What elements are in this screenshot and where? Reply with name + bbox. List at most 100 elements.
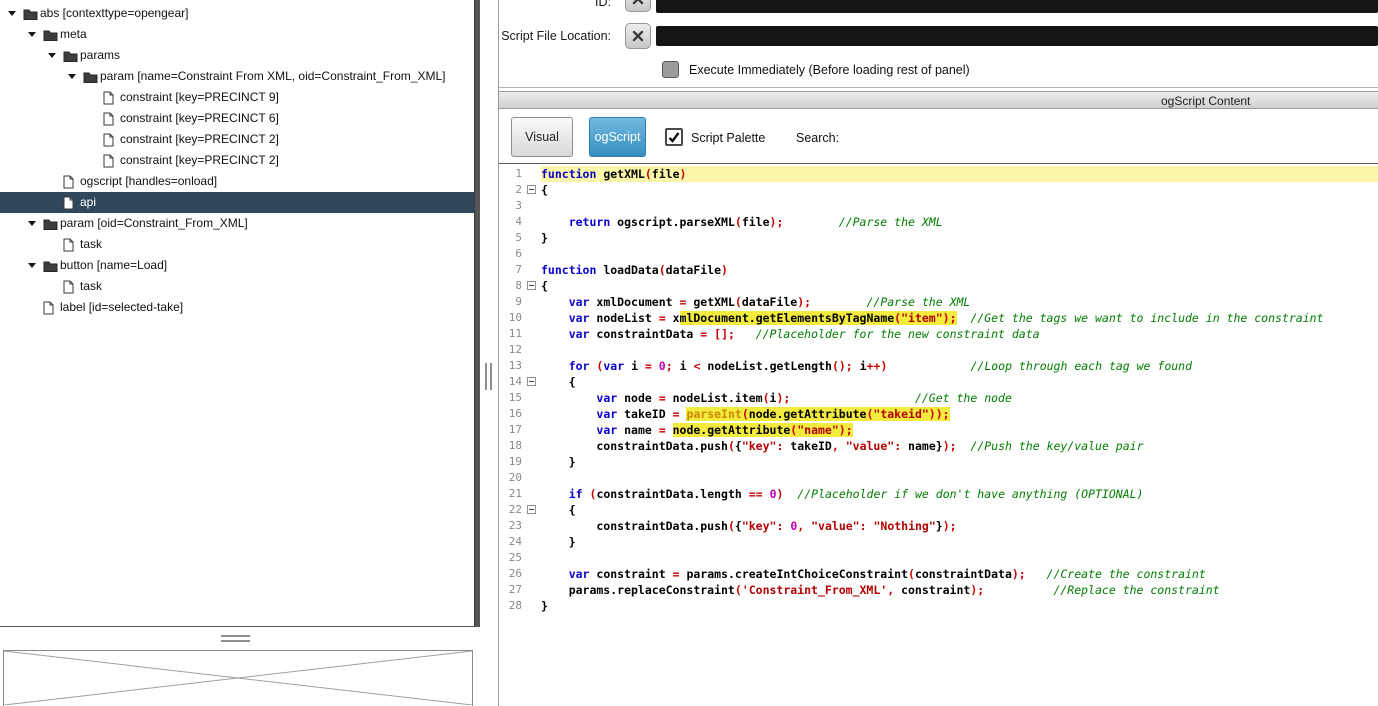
tree-item[interactable]: constraint [key=PRECINCT 9] [0, 87, 474, 108]
tree-item[interactable]: meta [0, 24, 474, 45]
fold-column [525, 182, 541, 198]
code-line: 21 if (constraintData.length == 0) //Pla… [499, 486, 1378, 502]
code-token: nodeList.item [665, 391, 763, 405]
code-token: i [852, 359, 867, 373]
fold-column [525, 166, 541, 182]
horizontal-splitter[interactable] [0, 628, 481, 649]
line-number: 22 [508, 503, 522, 516]
script-file-location-input[interactable] [656, 26, 1378, 46]
code-line: 12 [499, 342, 1378, 358]
code-editor[interactable]: 1 function getXML(file) 2{3 4 return ogscri… [499, 163, 1378, 706]
expand-arrow-icon[interactable] [8, 11, 16, 16]
code-line: 22 { [499, 502, 1378, 518]
code-token: = [672, 567, 680, 581]
tree-item[interactable]: label [id=selected-take] [0, 297, 474, 318]
tree-item[interactable]: task [0, 276, 474, 297]
code-token: ( [908, 567, 915, 581]
code-token: ( [727, 439, 735, 453]
tree: abs [contexttype=opengear] meta params para… [0, 3, 474, 318]
code-token: //Push the key/value pair [970, 439, 1144, 453]
expand-arrow-icon[interactable] [28, 221, 36, 226]
code-line: 19 } [499, 454, 1378, 470]
tree-item[interactable]: constraint [key=PRECINCT 2] [0, 150, 474, 171]
code-token: (); [831, 359, 853, 373]
fold-marker-icon[interactable] [527, 185, 536, 194]
splitter-grip-icon [221, 635, 250, 642]
code-line: 1 function getXML(file) [499, 166, 1378, 182]
expand-arrow-icon[interactable] [48, 53, 56, 58]
tree-item[interactable]: task [0, 234, 474, 255]
tree-item[interactable]: api [0, 192, 474, 213]
fold-column [525, 422, 541, 438]
code-token: = [644, 359, 652, 373]
code-token: takeID [783, 439, 832, 453]
tree-item[interactable]: param [name=Constraint From XML, oid=Con… [0, 66, 474, 87]
execute-immediately-checkbox[interactable] [662, 61, 679, 78]
script-palette-checkbox[interactable] [665, 128, 683, 146]
vertical-splitter[interactable] [480, 0, 498, 706]
line-number: 12 [508, 343, 522, 356]
separator [499, 87, 1378, 88]
code-token: var [568, 567, 590, 581]
code-line: 8{ [499, 278, 1378, 294]
tree-item[interactable]: button [name=Load] [0, 255, 474, 276]
tab-ogscript[interactable]: ogScript [589, 117, 646, 157]
fold-column [525, 230, 541, 246]
code-token: i [672, 359, 694, 373]
code-token: mlDocument.getElementsByTagName [679, 311, 895, 325]
fold-column [525, 326, 541, 342]
document-icon [103, 133, 118, 147]
code-token: ogscript.parseXML [610, 215, 735, 229]
id-input[interactable] [656, 0, 1378, 13]
code-token: //Loop through each tag we found [970, 359, 1193, 373]
code-token: ); [942, 439, 957, 453]
code-token: constraint [589, 567, 673, 581]
expand-arrow-icon[interactable] [28, 263, 36, 268]
panel-editor-window: abs [contexttype=opengear] meta params para… [0, 0, 1378, 706]
clear-id-button[interactable] [625, 0, 651, 12]
tree-item[interactable]: constraint [key=PRECINCT 6] [0, 108, 474, 129]
tree-item-label: api [80, 195, 97, 209]
code-line-text: return ogscript.parseXML(file); //Parse … [541, 214, 1378, 230]
code-token: ); [769, 215, 784, 229]
tree-item-label: ogscript [handles=onload] [80, 174, 218, 188]
fold-column [525, 406, 541, 422]
search-label: Search: [796, 131, 840, 145]
code-token: i [624, 359, 645, 373]
tree-item[interactable]: constraint [key=PRECINCT 2] [0, 129, 474, 150]
folder-icon [43, 259, 58, 273]
code-token: name [901, 439, 936, 453]
tree-item[interactable]: ogscript [handles=onload] [0, 171, 474, 192]
tree-item[interactable]: param [oid=Constraint_From_XML] [0, 213, 474, 234]
tree-item-label: param [name=Constraint From XML, oid=Con… [100, 69, 446, 83]
fold-marker-icon[interactable] [527, 505, 536, 514]
tab-visual[interactable]: Visual [511, 117, 573, 157]
code-token: loadData [596, 263, 659, 277]
tree-item[interactable]: params [0, 45, 474, 66]
line-number: 20 [508, 471, 522, 484]
code-token: ); [970, 583, 985, 597]
code-line-text: } [541, 598, 1378, 614]
ogscript-content-title: ogScript Content [1161, 94, 1251, 108]
code-token: "key" [741, 519, 777, 533]
fold-marker-icon[interactable] [527, 281, 536, 290]
expand-arrow-icon[interactable] [68, 74, 76, 79]
code-token: ( [734, 583, 742, 597]
line-number: 2 [515, 183, 522, 196]
clear-script-file-button[interactable] [625, 23, 651, 49]
code-token: var [596, 407, 618, 421]
fold-marker-icon[interactable] [527, 377, 536, 386]
code-token: //Placeholder if we don't have anything … [797, 487, 1144, 501]
fold-column [525, 262, 541, 278]
code-token: node.getAttribute [748, 407, 867, 421]
code-line-text: function getXML(file) [541, 166, 1378, 182]
tree-item[interactable]: abs [contexttype=opengear] [0, 3, 474, 24]
expand-arrow-icon[interactable] [28, 32, 36, 37]
fold-column [525, 310, 541, 326]
